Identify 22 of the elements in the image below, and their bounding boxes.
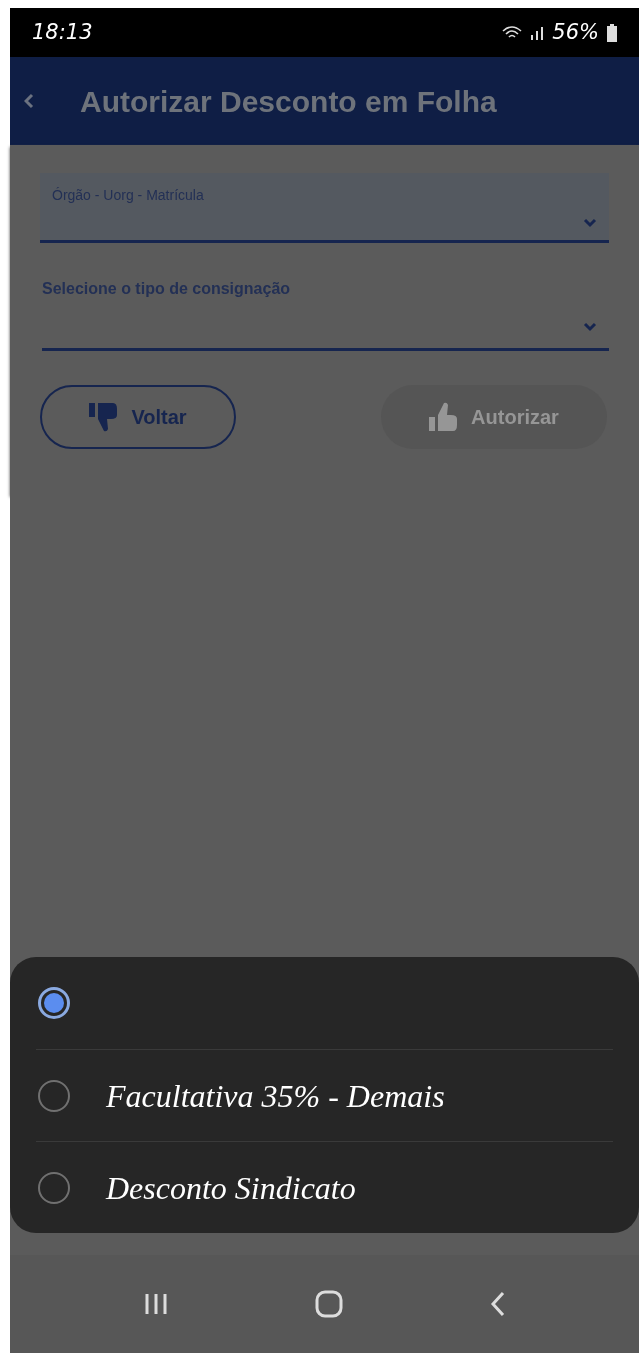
radio-button[interactable] [38,1171,70,1204]
back-button[interactable]: Voltar [40,385,236,449]
recent-apps-icon[interactable] [143,1292,170,1316]
signal-icon [530,24,545,41]
option-item[interactable]: Facultativa 35% - Demais [36,1049,613,1141]
option-label: Facultativa 35% - Demais [106,1076,445,1116]
back-icon[interactable] [24,93,34,109]
back-icon[interactable] [489,1291,506,1317]
select-label: Selecione o tipo de consignação [42,279,292,299]
thumbs-down-icon [89,401,120,433]
radio-button[interactable] [38,987,70,1019]
battery-icon [607,23,617,42]
option-item[interactable]: Desconto Sindicato [36,1141,613,1233]
option-label: Desconto Sindicato [106,1168,356,1208]
status-time: 18:13 [32,18,93,46]
radio-button[interactable] [38,1079,70,1112]
chevron-down-icon [583,322,597,332]
screen-title: Autorizar Desconto em Folha [80,83,497,120]
home-icon[interactable] [315,1290,344,1318]
thumbs-up-icon [429,401,460,433]
chevron-down-icon [583,218,597,228]
battery-percent: 56% [552,18,599,46]
